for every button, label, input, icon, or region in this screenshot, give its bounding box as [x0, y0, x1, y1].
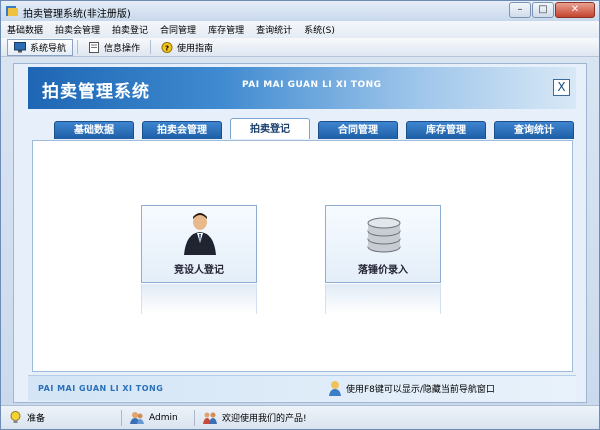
- close-button[interactable]: ✕: [555, 2, 595, 18]
- info-operation-button[interactable]: 信息操作: [82, 39, 146, 56]
- hammer-price-entry-label: 落锤价录入: [358, 265, 408, 276]
- card-reflection: [141, 284, 257, 314]
- status-ready-text: 准备: [27, 414, 46, 424]
- menu-auction-registration[interactable]: 拍卖登记: [112, 23, 148, 36]
- f8-hint-text: 使用F8键可以显示/隐藏当前导航窗口: [346, 384, 495, 395]
- toolbar-divider: [150, 40, 152, 54]
- tab-auction-registration[interactable]: 拍卖登记: [230, 118, 310, 139]
- people-icon: [203, 412, 217, 424]
- person-icon: [184, 213, 216, 255]
- hammer-price-entry-card[interactable]: 落锤价录入: [325, 205, 441, 283]
- help-icon: ?: [161, 41, 173, 53]
- menu-contract-management[interactable]: 合同管理: [160, 23, 196, 36]
- tab-basic-data[interactable]: 基础数据: [54, 121, 134, 139]
- panel-footer: PAI MAI GUAN LI XI TONG 使用F8键可以显示/隐藏当前导航…: [28, 375, 576, 401]
- footer-pinyin: PAI MAI GUAN LI XI TONG: [38, 384, 164, 393]
- title-bar: 拍卖管理系统(非注册版) – □ ✕: [1, 1, 599, 21]
- users-icon: [130, 412, 144, 424]
- system-navigation-label: 系统导航: [30, 43, 67, 54]
- lightbulb-icon: [10, 411, 21, 423]
- status-user: Admin: [122, 408, 194, 428]
- user-guide-button[interactable]: ? 使用指南: [155, 39, 219, 56]
- system-navigation-button[interactable]: 系统导航: [7, 38, 74, 56]
- menu-system[interactable]: 系统(S): [304, 23, 335, 36]
- panel-header: 拍卖管理系统 PAI MAI GUAN LI XI TONG X: [28, 67, 576, 109]
- menu-auction-management[interactable]: 拍卖会管理: [55, 23, 100, 36]
- menu-inventory-management[interactable]: 库存管理: [208, 23, 244, 36]
- status-ready: 准备: [1, 408, 121, 428]
- tab-inventory-management[interactable]: 库存管理: [406, 121, 486, 139]
- tab-contract-management[interactable]: 合同管理: [318, 121, 398, 139]
- panel-title: 拍卖管理系统: [42, 82, 150, 102]
- status-welcome-text: 欢迎使用我们的产品!: [222, 414, 307, 424]
- card-reflection: [325, 284, 441, 314]
- menu-query-statistics[interactable]: 查询统计: [256, 23, 292, 36]
- info-operation-label: 信息操作: [104, 43, 141, 54]
- minimize-button[interactable]: –: [509, 2, 531, 18]
- tab-bar: 基础数据 拍卖会管理 拍卖登记 合同管理 库存管理 查询统计: [54, 118, 574, 139]
- status-welcome: 欢迎使用我们的产品!: [195, 408, 307, 428]
- document-icon: [89, 41, 100, 53]
- app-icon: [6, 6, 18, 16]
- window-title: 拍卖管理系统(非注册版): [23, 9, 131, 20]
- user-hint-icon: [329, 381, 341, 396]
- user-guide-label: 使用指南: [177, 43, 214, 54]
- tab-auction-management[interactable]: 拍卖会管理: [142, 121, 222, 139]
- navigation-panel: 拍卖管理系统 PAI MAI GUAN LI XI TONG X 基础数据 拍卖…: [13, 63, 587, 403]
- menu-bar: 基础数据 拍卖会管理 拍卖登记 合同管理 库存管理 查询统计 系统(S): [1, 21, 599, 38]
- monitor-icon: [14, 41, 26, 52]
- maximize-button[interactable]: □: [532, 2, 554, 18]
- f8-hint: 使用F8键可以显示/隐藏当前导航窗口: [328, 380, 495, 396]
- coin-stack-icon: [367, 217, 401, 253]
- toolbar-divider: [77, 40, 79, 54]
- svg-text:?: ?: [165, 43, 169, 52]
- tab-query-statistics[interactable]: 查询统计: [494, 121, 574, 139]
- menu-basic-data[interactable]: 基础数据: [7, 23, 43, 36]
- status-user-text: Admin: [149, 412, 178, 423]
- tab-content: 竞设人登记 落锤价录入: [32, 140, 573, 372]
- panel-pinyin: PAI MAI GUAN LI XI TONG: [242, 80, 382, 90]
- main-window: 拍卖管理系统(非注册版) – □ ✕ 基础数据 拍卖会管理 拍卖登记 合同管理 …: [0, 0, 600, 430]
- toolbar: 系统导航 信息操作 ? 使用指南: [1, 38, 599, 57]
- panel-close-button[interactable]: X: [553, 79, 570, 96]
- bidder-registration-card[interactable]: 竞设人登记: [141, 205, 257, 283]
- bidder-registration-label: 竞设人登记: [174, 265, 224, 276]
- status-bar: 准备 Admin 欢迎使用我们的产品!: [1, 405, 599, 429]
